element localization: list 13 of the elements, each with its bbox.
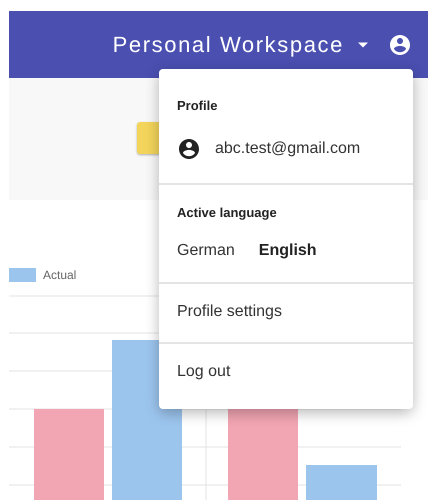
caret-icon xyxy=(358,42,368,48)
menu-item[interactable]: Log out xyxy=(159,344,413,409)
account-icon xyxy=(177,137,201,161)
section-title: Active language xyxy=(177,205,278,220)
email-address: abc.test@gmail.com xyxy=(215,140,360,158)
account-icon[interactable] xyxy=(388,32,412,56)
section-title: Profile xyxy=(177,98,218,113)
language-option[interactable]: English xyxy=(258,242,317,260)
language-option[interactable]: German xyxy=(177,242,235,260)
chart-bar xyxy=(306,465,377,500)
legend-label: Actual xyxy=(43,268,76,282)
workspace-dropdown[interactable]: Personal Workspace xyxy=(112,32,368,58)
menu-item[interactable]: Profile settings xyxy=(159,284,413,344)
